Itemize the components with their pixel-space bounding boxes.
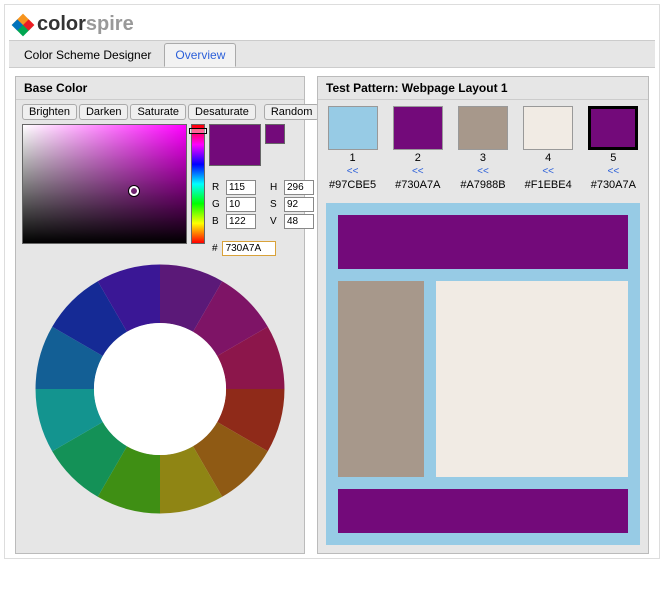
layout-sidebar-block <box>338 281 424 477</box>
palette-index: 3 <box>480 152 486 164</box>
g-input[interactable] <box>226 197 256 212</box>
base-button-row: Brighten Darken Saturate Desaturate Rand… <box>16 100 304 124</box>
palette-index: 5 <box>610 152 616 164</box>
palette-chip[interactable] <box>328 106 378 150</box>
layout-header-block <box>338 215 628 269</box>
palette-index: 4 <box>545 152 551 164</box>
saturate-button[interactable]: Saturate <box>130 104 186 120</box>
base-swatch-small <box>265 124 285 144</box>
palette-index: 2 <box>415 152 421 164</box>
h-label: H <box>270 182 280 193</box>
palette-hex: #730A7A <box>591 179 636 191</box>
wheel-center <box>94 323 226 455</box>
webpage-layout-preview <box>326 203 640 545</box>
hex-input[interactable] <box>222 241 276 256</box>
sv-cursor-icon <box>129 186 139 196</box>
app-logo: colorspire <box>9 9 655 40</box>
b-input[interactable] <box>226 214 256 229</box>
palette-chip[interactable] <box>588 106 638 150</box>
palette-nav-prev[interactable]: << <box>608 166 620 177</box>
palette-nav-prev[interactable]: << <box>412 166 424 177</box>
palette-hex: #F1EBE4 <box>525 179 572 191</box>
desaturate-button[interactable]: Desaturate <box>188 104 256 120</box>
palette-nav-prev[interactable]: << <box>477 166 489 177</box>
r-label: R <box>212 182 222 193</box>
color-wheel[interactable] <box>33 262 287 516</box>
darken-button[interactable]: Darken <box>79 104 128 120</box>
base-swatch-large <box>209 124 261 166</box>
tab-designer[interactable]: Color Scheme Designer <box>13 43 162 67</box>
r-input[interactable] <box>226 180 256 195</box>
s-label: S <box>270 199 280 210</box>
hue-slider[interactable] <box>191 124 205 244</box>
palette-item: 1 << #97CBE5 <box>328 106 378 191</box>
palette-item: 5 << #730A7A <box>588 106 638 191</box>
brighten-button[interactable]: Brighten <box>22 104 77 120</box>
test-pattern-panel: Test Pattern: Webpage Layout 1 1 << #97CBE… <box>317 76 649 554</box>
b-label: B <box>212 216 222 227</box>
palette-hex: #A7988B <box>460 179 505 191</box>
v-input[interactable] <box>284 214 314 229</box>
palette-hex: #97CBE5 <box>329 179 376 191</box>
saturation-value-picker[interactable] <box>22 124 187 244</box>
test-pattern-header: Test Pattern: Webpage Layout 1 <box>318 77 648 100</box>
g-label: G <box>212 199 222 210</box>
palette-chip[interactable] <box>458 106 508 150</box>
palette-item: 2 << #730A7A <box>393 106 443 191</box>
tab-overview[interactable]: Overview <box>164 43 236 67</box>
palette-nav-prev[interactable]: << <box>347 166 359 177</box>
base-color-header: Base Color <box>16 77 304 100</box>
h-input[interactable] <box>284 180 314 195</box>
palette-hex: #730A7A <box>395 179 440 191</box>
palette-index: 1 <box>350 152 356 164</box>
tab-bar: Color Scheme Designer Overview <box>9 40 655 68</box>
palette-chip[interactable] <box>523 106 573 150</box>
logo-icon <box>12 13 35 36</box>
hex-label: # <box>212 243 218 254</box>
logo-text: colorspire <box>37 13 134 36</box>
v-label: V <box>270 216 280 227</box>
palette-chip[interactable] <box>393 106 443 150</box>
base-color-panel: Base Color Brighten Darken Saturate Desa… <box>15 76 305 554</box>
hue-cursor-icon <box>189 128 207 134</box>
s-input[interactable] <box>284 197 314 212</box>
layout-footer-block <box>338 489 628 533</box>
palette-item: 3 << #A7988B <box>458 106 508 191</box>
palette-row: 1 << #97CBE5 2 << #730A7A 3 << #A7988B 4 << #F1EBE4… <box>318 100 648 195</box>
layout-content-block <box>436 281 628 477</box>
palette-nav-prev[interactable]: << <box>542 166 554 177</box>
palette-item: 4 << #F1EBE4 <box>523 106 573 191</box>
random-button[interactable]: Random <box>264 104 320 120</box>
